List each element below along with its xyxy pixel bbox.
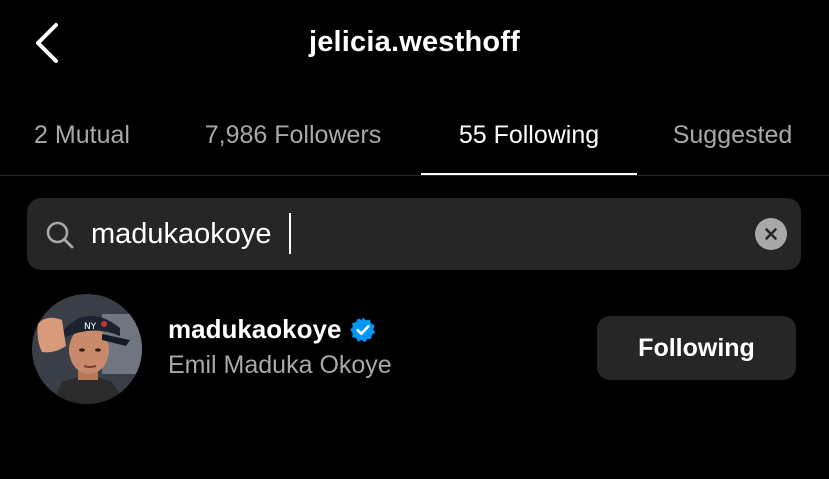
search-icon [46, 221, 74, 249]
following-button[interactable]: Following [597, 316, 796, 380]
tab-bar: 2 Mutual 7,986 Followers 55 Following Su… [0, 95, 829, 176]
verified-badge-icon [350, 317, 376, 342]
text-caret [289, 213, 291, 254]
username-label: madukaokoye [168, 314, 342, 344]
page-title: jelicia.westhoff [308, 26, 521, 58]
tab-following[interactable]: 55 Following [421, 95, 637, 175]
clear-icon [765, 228, 777, 240]
search-bar [27, 198, 801, 270]
svg-text:NY: NY [84, 322, 97, 332]
tab-suggested[interactable]: Suggested [650, 95, 815, 175]
search-input[interactable] [91, 210, 731, 258]
clear-search-button[interactable] [755, 218, 787, 250]
list-item[interactable]: NY madukaokoye Emil Maduka Okoye Followi… [0, 290, 829, 406]
tab-mutual[interactable]: 2 Mutual [10, 95, 154, 175]
active-tab-indicator [421, 173, 637, 175]
profile-photo: NY [32, 294, 142, 404]
result-username[interactable]: madukaokoye [168, 314, 377, 345]
header: jelicia.westhoff [0, 0, 829, 95]
avatar[interactable]: NY [32, 294, 142, 404]
tab-followers[interactable]: 7,986 Followers [178, 95, 408, 175]
result-full-name: Emil Maduka Okoye [168, 351, 392, 379]
